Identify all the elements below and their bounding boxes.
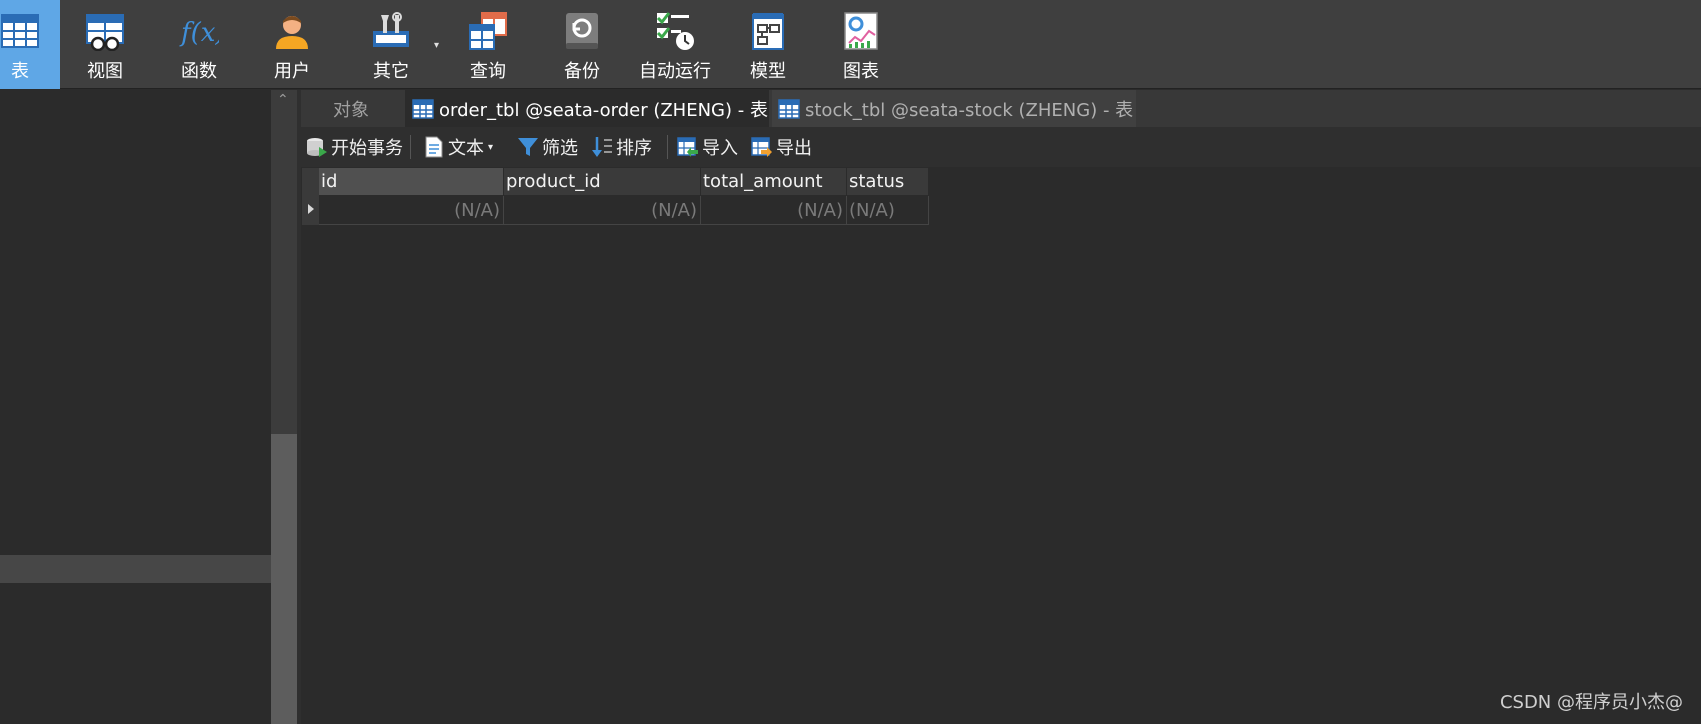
toolbar-view-button[interactable]: 视图	[80, 0, 130, 89]
navigation-scrollbar[interactable]: ⌃	[271, 90, 297, 724]
document-icon	[425, 136, 443, 158]
column-header-product-id[interactable]: product_id	[504, 168, 701, 195]
toolbar-schedule-button[interactable]: 自动运行	[636, 0, 714, 89]
filter-icon	[518, 138, 538, 156]
query-icon	[469, 12, 507, 50]
scroll-up-icon[interactable]: ⌃	[277, 92, 289, 108]
cell-total-amount[interactable]: (N/A)	[701, 196, 847, 225]
filter-button[interactable]: 筛选	[517, 127, 578, 167]
begin-transaction-button[interactable]: 开始事务	[306, 127, 403, 167]
navigation-pane[interactable]	[0, 90, 271, 724]
toolbar-query-label: 查询	[470, 61, 506, 82]
function-icon: f(x)	[179, 18, 219, 48]
begin-transaction-label: 开始事务	[331, 138, 403, 159]
tab-objects[interactable]: 对象	[301, 90, 401, 127]
function-glyph: f(x)	[179, 18, 219, 48]
tab-order-tbl-label: order_tbl @seata-order (ZHENG) - 表	[439, 99, 768, 121]
user-icon	[276, 16, 308, 49]
nav-selected-item[interactable]	[0, 555, 271, 583]
text-dropdown-icon[interactable]: ▾	[488, 142, 493, 153]
cell-product-id[interactable]: (N/A)	[504, 196, 701, 225]
toolbar-chart-label: 图表	[843, 61, 879, 82]
toolbar-user-button[interactable]: 用户	[267, 0, 317, 89]
watermark: CSDN @程序员小杰@	[1499, 692, 1683, 713]
toolbar-separator	[410, 135, 411, 159]
pane-divider[interactable]	[297, 90, 301, 724]
filter-label: 筛选	[542, 138, 578, 159]
toolbar-separator	[667, 135, 668, 159]
import-button[interactable]: 导入	[677, 127, 738, 167]
tools-icon	[373, 12, 409, 47]
schedule-icon	[656, 12, 694, 50]
navicat-window: 表 视图 f(x) 函数 用户	[0, 0, 1701, 724]
toolbar-function-label: 函数	[181, 61, 217, 82]
sort-button[interactable]: 排序	[591, 127, 652, 167]
table-icon	[778, 98, 800, 119]
text-button[interactable]: 文本 ▾	[423, 127, 493, 167]
table-row[interactable]: (N/A) (N/A) (N/A) (N/A)	[319, 196, 929, 225]
sort-label: 排序	[616, 138, 652, 159]
toolbar-schedule-label: 自动运行	[639, 61, 711, 82]
toolbar-table-button[interactable]: 表	[0, 0, 60, 89]
cell-status[interactable]: (N/A)	[847, 196, 929, 225]
grid-header-row: id product_id total_amount status	[319, 168, 929, 195]
grid-corner[interactable]	[302, 168, 319, 195]
view-icon	[86, 14, 124, 51]
row-indicator-column	[302, 168, 319, 225]
toolbar-chart-button[interactable]: 图表	[836, 0, 886, 89]
export-icon	[751, 137, 772, 157]
tab-bar: 对象 order_tbl @seata-order (ZHENG) - 表 st…	[301, 90, 1701, 127]
toolbar-user-label: 用户	[274, 61, 310, 82]
toolbar-other-label: 其它	[373, 61, 409, 82]
sort-icon	[592, 137, 612, 157]
toolbar-model-button[interactable]: 模型	[743, 0, 793, 89]
database-transaction-icon	[307, 138, 327, 157]
text-label: 文本	[448, 138, 484, 159]
import-icon	[677, 137, 698, 157]
table-icon	[1, 14, 39, 48]
table-icon	[412, 98, 434, 119]
toolbar-query-button[interactable]: 查询	[463, 0, 513, 89]
main-toolbar: 表 视图 f(x) 函数 用户	[0, 0, 1701, 89]
column-header-total-amount[interactable]: total_amount	[701, 168, 847, 195]
current-row-arrow-icon	[308, 204, 314, 214]
export-button[interactable]: 导出	[751, 127, 812, 167]
toolbar-table-label: 表	[11, 61, 29, 82]
toolbar-backup-button[interactable]: 备份	[557, 0, 607, 89]
backup-icon	[566, 13, 598, 49]
cell-id[interactable]: (N/A)	[319, 196, 504, 225]
toolbar-backup-label: 备份	[564, 61, 600, 82]
tab-order-tbl[interactable]: order_tbl @seata-order (ZHENG) - 表	[405, 90, 769, 127]
import-label: 导入	[702, 138, 738, 159]
scrollbar-thumb[interactable]	[271, 434, 297, 724]
toolbar-view-label: 视图	[87, 61, 123, 82]
export-label: 导出	[776, 138, 812, 159]
toolbar-other-dropdown-icon[interactable]: ▾	[434, 40, 439, 51]
toolbar-other-button[interactable]: 其它	[366, 0, 416, 89]
toolbar-model-label: 模型	[750, 61, 786, 82]
toolbar-function-button[interactable]: f(x) 函数	[174, 0, 224, 89]
chart-icon	[844, 12, 878, 50]
tab-stock-tbl-label: stock_tbl @seata-stock (ZHENG) - 表	[805, 99, 1134, 121]
tab-stock-tbl[interactable]: stock_tbl @seata-stock (ZHENG) - 表	[772, 90, 1136, 127]
tab-objects-label: 对象	[333, 99, 369, 121]
model-icon	[752, 13, 784, 50]
data-toolbar: 开始事务 文本 ▾ 筛选 排序 导入 导出	[301, 127, 1701, 167]
column-header-status[interactable]: status	[847, 168, 929, 195]
column-header-id[interactable]: id	[319, 168, 504, 195]
